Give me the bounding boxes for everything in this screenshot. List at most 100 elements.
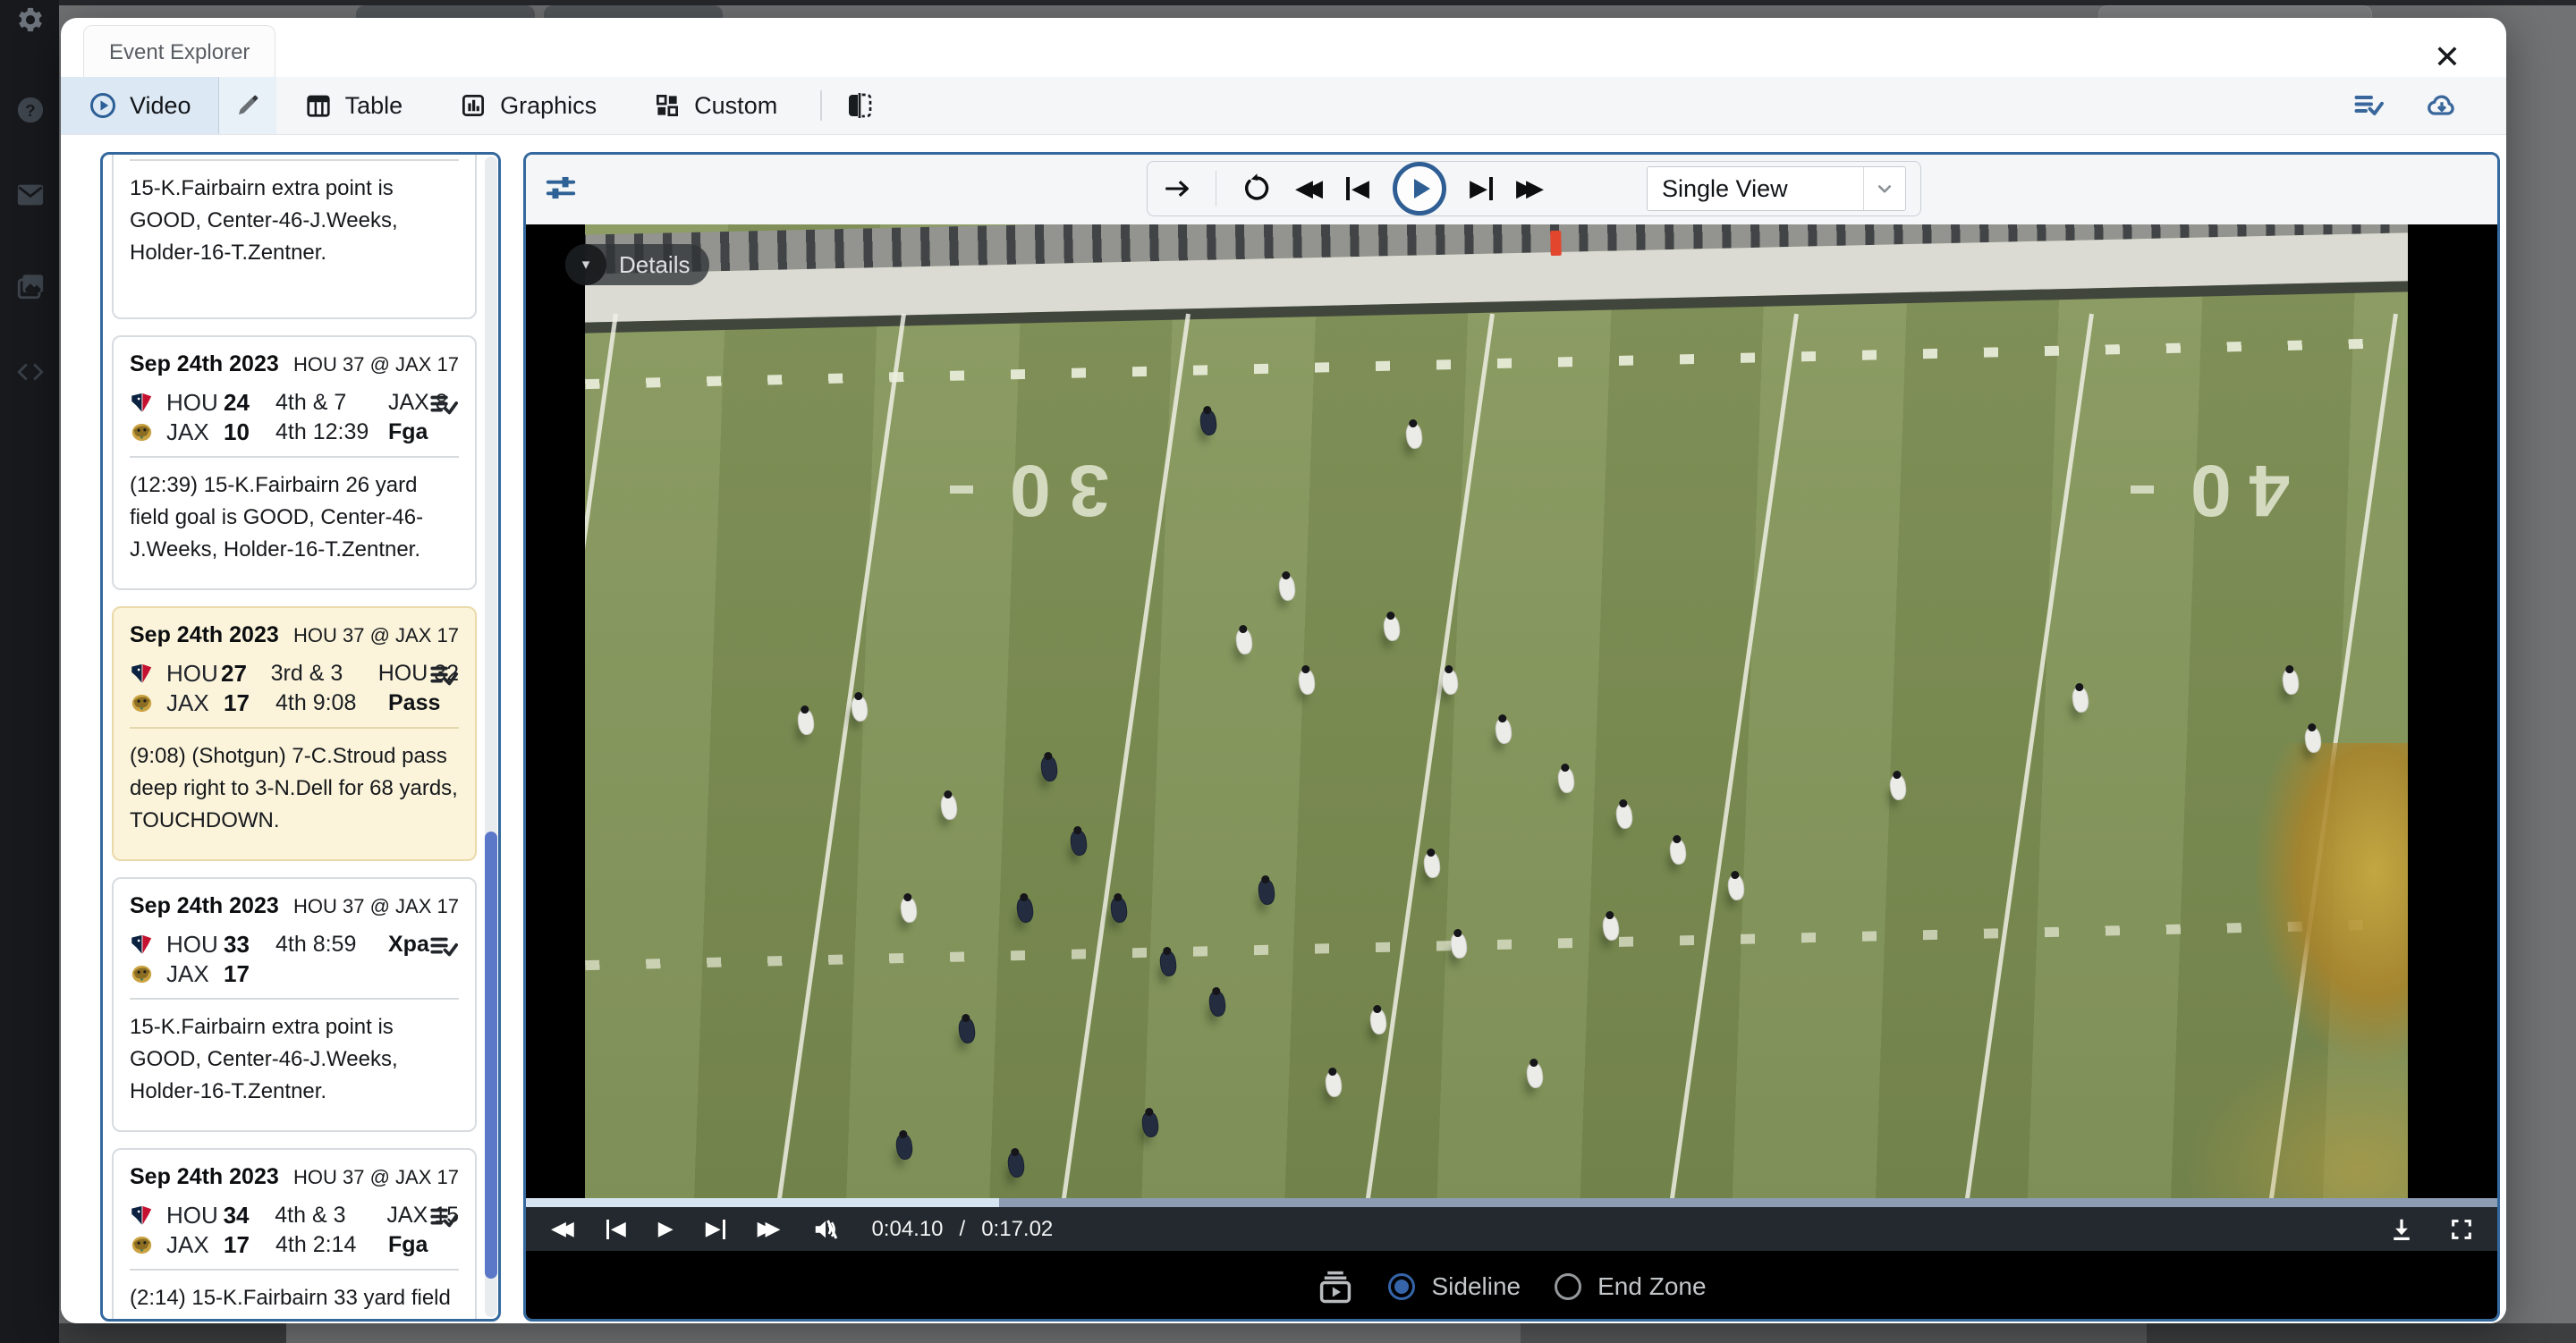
jump-forward-icon[interactable] <box>1162 173 1192 204</box>
tab-video[interactable]: Video <box>61 77 218 134</box>
jaguars-field-logo <box>2256 743 2408 1065</box>
playlist-check-icon[interactable] <box>428 661 459 691</box>
tab-custom[interactable]: Custom <box>625 77 806 134</box>
card-matchup: HOU 37 @ JAX 17 <box>293 353 459 376</box>
play-description: 15-K.Fairbairn extra point is GOOD, Cent… <box>130 173 459 269</box>
rewind-icon[interactable]: ◀◀ <box>1295 177 1323 200</box>
playlist-check-icon[interactable] <box>428 390 459 420</box>
help-icon[interactable]: ? <box>14 94 47 126</box>
texans-logo <box>130 391 154 415</box>
video-transport-bar: ◀◀ ◀ ▶ ▶ ▶▶ 0:04.10 / 0:17.02 <box>526 1207 2497 1251</box>
settings-gear-icon[interactable] <box>14 4 47 36</box>
fullscreen-icon[interactable] <box>2449 1217 2474 1242</box>
view-mode-value: Single View <box>1648 175 1863 203</box>
flip-view-button[interactable] <box>836 77 883 134</box>
playlist-check-icon[interactable] <box>2352 89 2385 122</box>
event-list-panel: JAX 10 15-K.Fairbairn extra point is GOO… <box>100 152 501 1322</box>
radio-endzone-label: End Zone <box>1597 1272 1706 1301</box>
radio-endzone[interactable]: End Zone <box>1555 1272 1706 1301</box>
play-button[interactable] <box>1393 162 1446 215</box>
close-icon[interactable]: ✕ <box>2428 38 2467 77</box>
details-chip[interactable]: ▾ Details <box>565 244 709 285</box>
radio-sideline[interactable]: Sideline <box>1388 1272 1521 1301</box>
list-scrollbar-thumb[interactable] <box>485 832 497 1279</box>
backdrop-bottom-strip <box>59 1323 2576 1343</box>
event-explorer-modal: Event Explorer ✕ Video Table Graphics Cu… <box>61 18 2506 1323</box>
jaguars-logo <box>130 1233 154 1257</box>
video-progress-bar[interactable] <box>526 1198 2497 1207</box>
modal-content: JAX 10 15-K.Fairbairn extra point is GOO… <box>61 135 2506 1323</box>
card-divider <box>130 159 459 161</box>
event-card[interactable]: JAX 10 15-K.Fairbairn extra point is GOO… <box>112 155 477 319</box>
event-list-scroll[interactable]: JAX 10 15-K.Fairbairn extra point is GOO… <box>103 155 498 1319</box>
window-tab-title[interactable]: Event Explorer <box>83 25 275 77</box>
tool-tabbar: Video Table Graphics Custom <box>61 77 2506 135</box>
card-date: Sep 24th 2023 <box>130 351 279 377</box>
texans-logo <box>130 1204 154 1228</box>
filter-sliders-icon[interactable] <box>544 171 578 205</box>
bar-chart-icon <box>460 92 487 119</box>
app-sidebar: ? <box>0 0 59 1343</box>
event-card-selected[interactable]: Sep 24th 2023 HOU 37 @ JAX 17 HOU 27 3rd… <box>112 606 477 861</box>
texans-logo <box>130 933 154 957</box>
play-description: (2:14) 15-K.Fairbairn 33 yard field goal… <box>130 1282 459 1319</box>
next-frame-icon[interactable]: ▶ <box>1470 177 1493 200</box>
radio-sideline-label: Sideline <box>1431 1272 1521 1301</box>
replay-icon[interactable] <box>1240 173 1272 205</box>
code-icon[interactable] <box>14 356 47 388</box>
mute-icon[interactable] <box>812 1216 839 1243</box>
video-library-icon[interactable] <box>1317 1268 1354 1305</box>
next-frame-icon[interactable]: ▶ <box>706 1220 725 1239</box>
current-time: 0:04.10 <box>871 1217 943 1242</box>
play-circle-icon <box>89 92 116 119</box>
download-icon[interactable] <box>2388 1216 2415 1243</box>
tab-table-label: Table <box>345 92 403 120</box>
play-description: 15-K.Fairbairn extra point is GOOD, Cent… <box>130 1011 459 1108</box>
tab-graphics-label: Graphics <box>500 92 597 120</box>
playlist-check-icon[interactable] <box>428 932 459 962</box>
tab-table[interactable]: Table <box>276 77 432 134</box>
tab-video-label: Video <box>130 92 191 120</box>
list-scrollbar[interactable] <box>485 156 497 1317</box>
cloud-download-icon[interactable] <box>2426 89 2458 122</box>
fast-forward-icon[interactable]: ▶▶ <box>758 1220 781 1239</box>
play-description: (9:08) (Shotgun) 7-C.Stroud pass deep ri… <box>130 740 459 837</box>
tab-graphics[interactable]: Graphics <box>431 77 625 134</box>
previous-frame-icon[interactable]: ◀ <box>606 1220 626 1239</box>
total-time: 0:17.02 <box>981 1217 1053 1242</box>
radio-unselected-icon[interactable] <box>1555 1273 1581 1300</box>
svg-text:?: ? <box>25 101 35 120</box>
jaguars-logo <box>130 420 154 444</box>
edit-clip-button[interactable] <box>218 77 276 134</box>
jaguars-logo <box>130 691 154 715</box>
custom-layout-icon <box>654 92 681 119</box>
tabbar-right-actions <box>2352 77 2458 134</box>
field-marker <box>1550 231 1562 256</box>
chevron-down-icon <box>1863 167 1905 210</box>
play-icon[interactable]: ▶ <box>658 1220 674 1239</box>
previous-frame-icon[interactable]: ◀ <box>1346 177 1369 200</box>
view-mode-select[interactable]: Single View <box>1647 166 1906 211</box>
time-separator: / <box>960 1217 966 1242</box>
flip-icon <box>845 91 874 120</box>
camera-angle-bar: Sideline End Zone <box>526 1251 2497 1322</box>
jaguars-logo <box>130 962 154 986</box>
radio-selected-icon[interactable] <box>1388 1273 1415 1300</box>
tab-custom-label: Custom <box>694 92 777 120</box>
details-label: Details <box>619 251 690 279</box>
video-frame[interactable]: 30 40 ▾ Details ◀◀ ◀ ▶ <box>526 224 2497 1251</box>
caret-down-icon[interactable]: ▾ <box>565 244 606 285</box>
video-panel: ◀◀ ◀ ▶ ▶▶ Single View <box>523 152 2500 1322</box>
play-description: (12:39) 15-K.Fairbairn 26 yard field goa… <box>130 469 459 566</box>
table-icon <box>305 92 332 119</box>
fast-forward-icon[interactable]: ▶▶ <box>1516 177 1544 200</box>
video-progress-fill <box>526 1198 999 1207</box>
event-card[interactable]: Sep 24th 2023 HOU 37 @ JAX 17 HOU 24 4th… <box>112 335 477 590</box>
event-card[interactable]: Sep 24th 2023 HOU 37 @ JAX 17 HOU 34 4th… <box>112 1148 477 1319</box>
event-card[interactable]: Sep 24th 2023 HOU 37 @ JAX 17 HOU 33 4th… <box>112 877 477 1132</box>
yard-number: 30 <box>992 448 1109 532</box>
media-gallery-icon[interactable] <box>14 270 47 302</box>
rewind-icon[interactable]: ◀◀ <box>551 1220 574 1239</box>
playlist-check-icon[interactable] <box>428 1203 459 1233</box>
mail-icon[interactable] <box>14 179 47 211</box>
